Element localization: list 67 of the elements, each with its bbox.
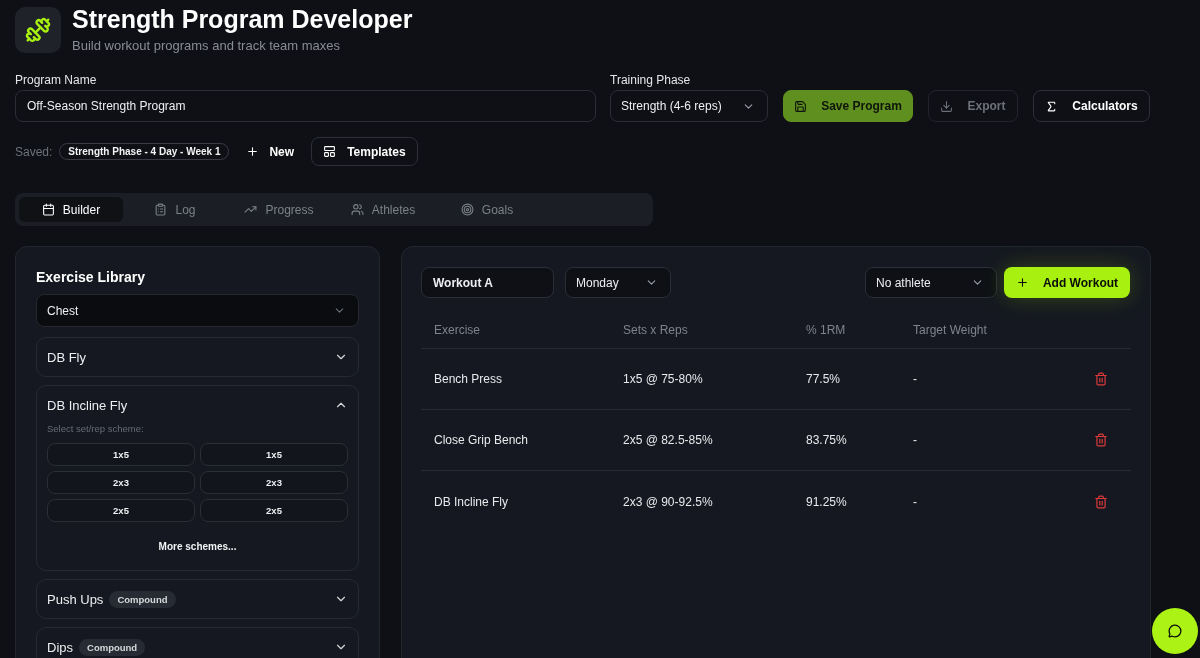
target-icon (460, 203, 474, 216)
chat-icon (1168, 624, 1182, 638)
day-select[interactable]: Monday (565, 267, 671, 298)
layout-icon (323, 145, 337, 158)
exercise-name[interactable]: DB Fly (47, 349, 86, 365)
exercise-name[interactable]: DB Incline Fly (47, 397, 128, 413)
table-cell: - (913, 433, 917, 447)
plus-icon (1015, 276, 1029, 289)
scheme-prompt: Select set/rep scheme: (47, 423, 145, 435)
program-name-input[interactable]: Off-Season Strength Program (15, 90, 596, 122)
tab[interactable]: Athletes (331, 197, 435, 222)
tab[interactable]: Log (123, 197, 227, 222)
scheme-button[interactable]: 1x5 (47, 443, 195, 466)
saved-label: Saved: (15, 144, 53, 159)
more-schemes-button[interactable]: More schemes... (148, 534, 247, 558)
exercise-tag: Compound (109, 590, 176, 608)
tab[interactable]: Progress (227, 197, 331, 222)
training-phase-select[interactable]: Strength (4-6 reps) (610, 90, 768, 122)
chat-button[interactable] (1152, 608, 1198, 654)
calendar-icon (41, 203, 55, 216)
save-program-button[interactable]: Save Program (783, 90, 913, 122)
exercise-name[interactable]: Push Ups (47, 591, 104, 607)
trash-icon[interactable] (1094, 433, 1108, 447)
table-cell: - (913, 372, 917, 386)
calculators-button[interactable]: Calculators (1033, 90, 1150, 122)
category-select[interactable]: Chest (36, 294, 359, 327)
scheme-button[interactable]: 2x5 (47, 499, 195, 522)
table-cell: 2x3 @ 90-92.5% (623, 494, 713, 509)
table-cell: 1x5 @ 75-80% (623, 372, 703, 386)
field-label: Training Phase (610, 73, 692, 87)
column-header: Target Weight (913, 322, 987, 337)
trash-icon[interactable] (1094, 372, 1108, 386)
workout-name-input[interactable]: Workout A (421, 267, 554, 298)
field-label: Program Name (15, 73, 98, 87)
download-icon (940, 99, 954, 113)
column-header: Exercise (434, 322, 480, 337)
people-icon (350, 203, 364, 216)
column-header: % 1RM (806, 322, 846, 337)
table-cell: 2x5 @ 82.5-85% (623, 433, 713, 447)
app-subtitle: Build workout programs and track team maxes (72, 38, 342, 54)
athlete-select[interactable]: No athlete (865, 267, 997, 298)
scheme-button[interactable]: 2x3 (200, 471, 348, 494)
clipboard-icon (154, 203, 168, 216)
tab[interactable]: Builder (19, 197, 123, 222)
column-header: Sets x Reps (623, 322, 688, 337)
templates-button[interactable]: Templates (311, 137, 418, 166)
new-button[interactable]: New (246, 137, 295, 166)
scheme-button[interactable]: 2x5 (200, 499, 348, 522)
plus-icon (246, 145, 260, 158)
table-cell: 77.5% (806, 372, 841, 386)
table-cell: Bench Press (434, 372, 503, 386)
scheme-button[interactable]: 1x5 (200, 443, 348, 466)
tab[interactable]: Goals (435, 197, 539, 222)
scheme-button[interactable]: 2x3 (47, 471, 195, 494)
table-cell: - (913, 494, 917, 509)
panel-title: Exercise Library (36, 269, 146, 286)
trend-up-icon (244, 203, 258, 216)
trash-icon[interactable] (1094, 494, 1108, 509)
app-title: Strength Program Developer (72, 4, 413, 34)
add-workout-button[interactable]: Add Workout (1004, 267, 1130, 298)
table-cell: Close Grip Bench (434, 433, 529, 447)
table-cell: 83.75% (806, 433, 847, 447)
table-cell: 91.25% (806, 494, 847, 509)
exercise-tag: Compound (79, 638, 146, 656)
exercise-name[interactable]: Dips (47, 639, 73, 655)
table-cell: DB Incline Fly (434, 494, 509, 509)
dumbbell-icon (15, 7, 61, 53)
